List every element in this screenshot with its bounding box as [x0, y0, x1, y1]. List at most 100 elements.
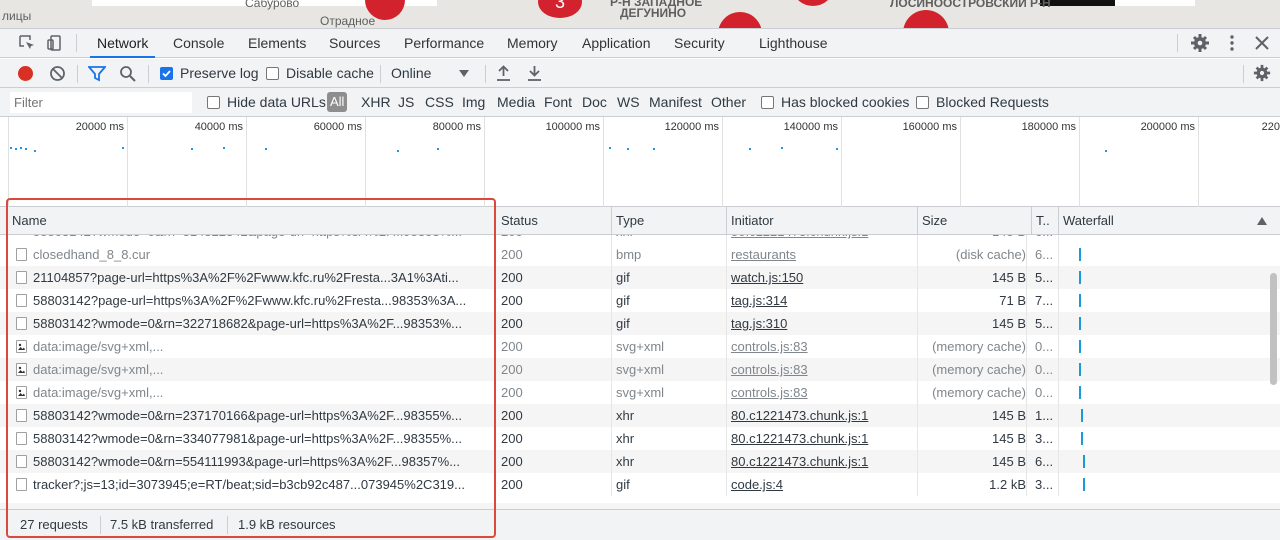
table-row[interactable]: 58803142?wmode=0&rn=314322342&page-url=h…: [0, 235, 1280, 243]
table-row[interactable]: data:image/svg+xml,... 200 svg+xml controls…: [0, 358, 1280, 381]
request-initiator[interactable]: code.js:4: [731, 473, 918, 496]
type-filter-js[interactable]: JS: [398, 94, 414, 110]
resources-size: 1.9 kB resources: [238, 517, 336, 532]
map-marker[interactable]: 3: [538, 0, 582, 18]
checkmark-icon: [162, 70, 171, 78]
table-scrollbar[interactable]: [1270, 273, 1277, 385]
record-icon[interactable]: [17, 65, 34, 82]
request-initiator[interactable]: 80.c1221473.chunk.js:1: [731, 427, 918, 450]
request-initiator[interactable]: 80.c1221473.chunk.js:1: [731, 450, 918, 473]
table-row[interactable]: 58803142?page-url=https%3A%2F%2Fwww.kfc.…: [0, 289, 1280, 312]
tab-sources[interactable]: Sources: [329, 29, 380, 58]
preserve-log-label[interactable]: Preserve log: [180, 65, 259, 81]
map-marker[interactable]: [793, 0, 833, 6]
type-filter-xhr[interactable]: XHR: [361, 94, 391, 110]
request-size: 145 B: [922, 312, 1027, 335]
request-initiator[interactable]: 80.c1221473.chunk.js:1: [731, 235, 918, 243]
import-har-icon[interactable]: [496, 65, 511, 82]
settings-gear-icon[interactable]: [1190, 33, 1210, 53]
table-row[interactable]: 58803142?wmode=0&rn=322718682&page-url=h…: [0, 312, 1280, 335]
type-filter-all[interactable]: All: [327, 92, 348, 112]
type-filter-img[interactable]: Img: [462, 94, 485, 110]
column-header-time[interactable]: T..: [1032, 207, 1059, 235]
request-size: (disk cache): [922, 243, 1027, 266]
overview-request-mark: [397, 150, 399, 152]
type-filter-ws[interactable]: WS: [617, 94, 640, 110]
overview-gridline: [1079, 117, 1080, 207]
type-filter-font[interactable]: Font: [544, 94, 572, 110]
request-initiator[interactable]: watch.js:150: [731, 266, 918, 289]
type-filter-manifest[interactable]: Manifest: [649, 94, 702, 110]
type-filter-doc[interactable]: Doc: [582, 94, 607, 110]
table-row[interactable]: 58803142?wmode=0&rn=334077981&page-url=h…: [0, 427, 1280, 450]
device-toolbar-icon[interactable]: [45, 33, 65, 53]
throttling-select[interactable]: Online: [391, 65, 476, 83]
tab-memory[interactable]: Memory: [507, 29, 558, 58]
table-row[interactable]: closedhand_8_8.cur 200 bmp restaurants (disk…: [0, 243, 1280, 266]
waterfall-bar: [1079, 271, 1081, 284]
filter-funnel-icon[interactable]: [88, 65, 106, 82]
more-options-icon[interactable]: [1222, 33, 1242, 53]
blocked-requests-checkbox[interactable]: [916, 96, 929, 109]
export-har-icon[interactable]: [527, 65, 542, 82]
tab-application[interactable]: Application: [582, 29, 651, 58]
request-initiator[interactable]: tag.js:310: [731, 312, 918, 335]
filter-input[interactable]: [10, 92, 192, 113]
has-blocked-cookies-checkbox[interactable]: [761, 96, 774, 109]
request-time: 1...: [1035, 404, 1059, 427]
network-settings-gear-icon[interactable]: [1253, 64, 1271, 82]
has-blocked-cookies-label[interactable]: Has blocked cookies: [781, 94, 909, 110]
tab-network[interactable]: Network: [90, 29, 156, 58]
disable-cache-checkbox[interactable]: [266, 67, 279, 80]
tab-console[interactable]: Console: [173, 29, 224, 58]
map-marker[interactable]: [718, 12, 762, 28]
overview-request-mark: [122, 147, 124, 149]
network-overview-timeline[interactable]: 20000 ms 40000 ms 60000 ms 80000 ms 1000…: [0, 117, 1280, 207]
disable-cache-label[interactable]: Disable cache: [286, 65, 374, 81]
type-filter-media[interactable]: Media: [497, 94, 535, 110]
column-header-size[interactable]: Size: [918, 207, 1032, 235]
request-initiator[interactable]: restaurants: [731, 243, 918, 266]
hide-data-urls-label[interactable]: Hide data URLs: [227, 94, 326, 110]
tab-elements[interactable]: Elements: [248, 29, 306, 58]
file-icon: [16, 432, 27, 445]
request-initiator[interactable]: 80.c1221473.chunk.js:1: [731, 404, 918, 427]
table-row[interactable]: 58803142?wmode=0&rn=554111993&page-url=h…: [0, 450, 1280, 473]
table-row[interactable]: 58803142?wmode=0&rn=237170166&page-url=h…: [0, 404, 1280, 427]
table-row[interactable]: data:image/svg+xml,... 200 svg+xml controls…: [0, 335, 1280, 358]
request-time: 0...: [1035, 358, 1059, 381]
tab-lighthouse[interactable]: Lighthouse: [759, 29, 828, 58]
inspect-element-icon[interactable]: [17, 33, 37, 53]
filter-bar: Hide data URLs All XHR JS CSS Img Media …: [0, 88, 1280, 117]
close-icon[interactable]: [1252, 33, 1272, 53]
request-name: tracker?;js=13;id=3073945;e=RT/beat;sid=…: [33, 473, 495, 496]
blocked-requests-label[interactable]: Blocked Requests: [936, 94, 1049, 110]
request-size: (memory cache): [922, 335, 1027, 358]
map-label: лицы: [2, 9, 32, 23]
request-initiator[interactable]: controls.js:83: [731, 381, 918, 404]
column-header-name[interactable]: Name: [8, 207, 495, 235]
map-marker[interactable]: [903, 10, 949, 28]
type-filter-other[interactable]: Other: [711, 94, 746, 110]
preserve-log-checkbox[interactable]: [160, 67, 173, 80]
request-time: 0...: [1035, 335, 1059, 358]
column-header-status[interactable]: Status: [497, 207, 612, 235]
clear-icon[interactable]: [49, 65, 66, 82]
search-icon[interactable]: [119, 65, 136, 82]
table-row[interactable]: 21104857?page-url=https%3A%2F%2Fwww.kfc.…: [0, 266, 1280, 289]
request-initiator[interactable]: tag.js:314: [731, 289, 918, 312]
request-initiator[interactable]: controls.js:83: [731, 358, 918, 381]
table-row[interactable]: data:image/svg+xml,... 200 svg+xml controls…: [0, 381, 1280, 404]
overview-request-mark: [25, 148, 27, 150]
hide-data-urls-checkbox[interactable]: [207, 96, 220, 109]
table-row[interactable]: tracker?;js=13;id=3073945;e=RT/beat;sid=…: [0, 473, 1280, 496]
type-filter-css[interactable]: CSS: [425, 94, 454, 110]
tab-performance[interactable]: Performance: [404, 29, 484, 58]
tab-security[interactable]: Security: [674, 29, 725, 58]
request-initiator[interactable]: controls.js:83: [731, 335, 918, 358]
request-name: data:image/svg+xml,...: [33, 335, 495, 358]
column-header-waterfall[interactable]: Waterfall: [1059, 207, 1280, 235]
overview-request-mark: [15, 148, 17, 150]
column-header-initiator[interactable]: Initiator: [727, 207, 918, 235]
column-header-type[interactable]: Type: [612, 207, 727, 235]
